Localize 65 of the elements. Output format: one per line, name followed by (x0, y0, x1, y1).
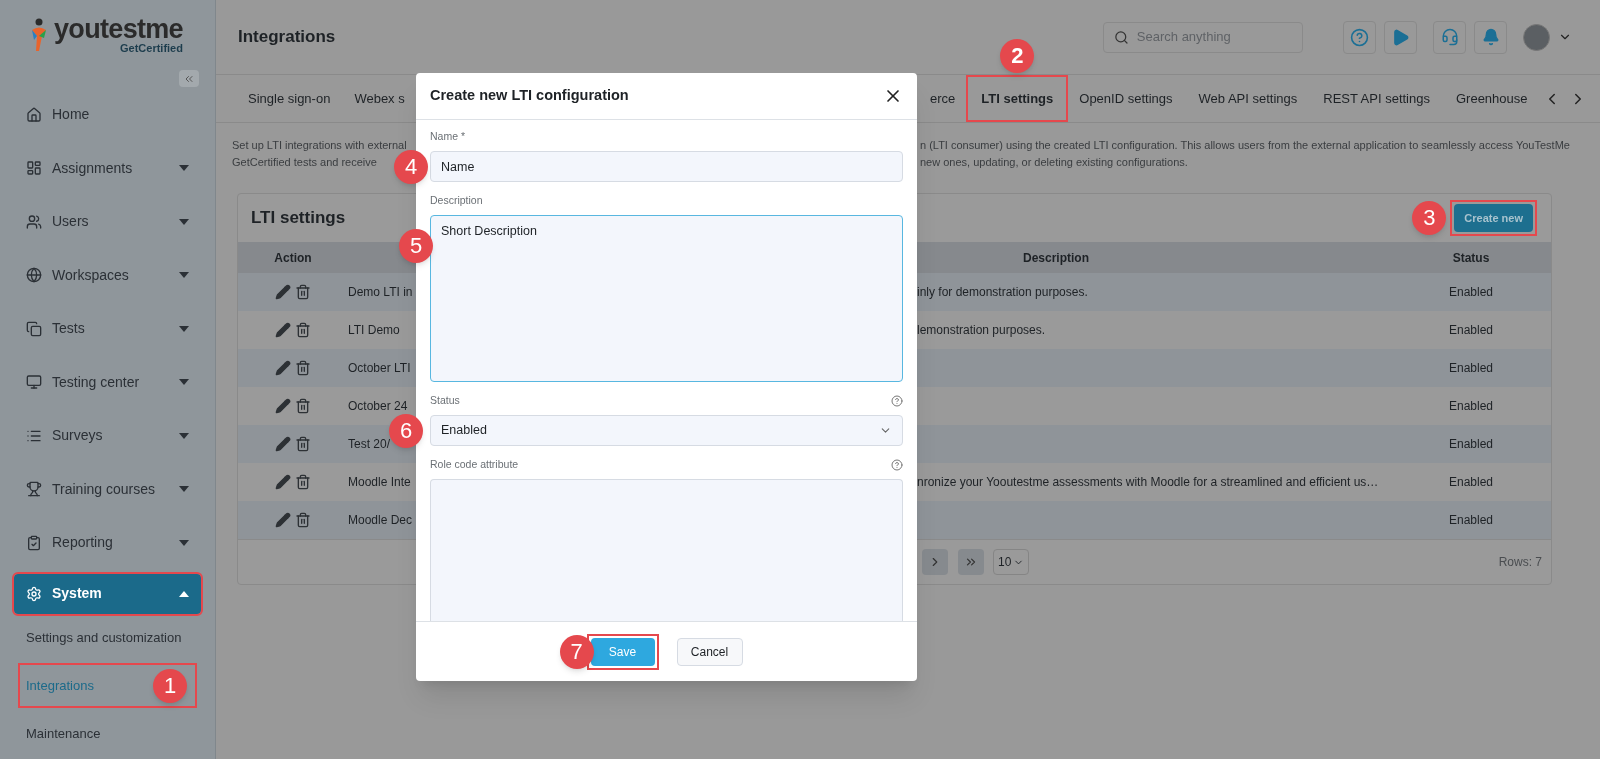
table-cell-text: Enabled (1447, 322, 1494, 339)
table-cell: nronize your Yooutestme assessments with Moodle for a streamlined and efficient us… (917, 475, 1379, 489)
column-header: Action (273, 249, 313, 267)
table-cell-text: Enabled (1447, 360, 1494, 377)
table-cell-text: Enabled (1447, 398, 1494, 415)
step-marker: 1 (153, 668, 187, 703)
tab[interactable]: REST API settings (1310, 77, 1443, 120)
cancel-button[interactable]: Cancel (676, 637, 743, 666)
table-cell-text: LTI Demo (348, 322, 401, 339)
tab[interactable]: OpenID settings (1066, 77, 1186, 120)
sidebar-item[interactable]: Assignments (0, 141, 215, 195)
dialog-title: Create new LTI configuration (430, 86, 630, 106)
column-header: Description (1022, 249, 1090, 267)
name-field[interactable]: Name (430, 151, 903, 182)
sidebar-item[interactable]: Testing center (0, 355, 215, 409)
intro-text: n (LTI consumer) using the created LTI configuration. This allows users from the external application to seamlessly access YouTestMe (920, 138, 1570, 153)
tab[interactable]: Single sign-on (236, 77, 343, 120)
sidebar-item[interactable]: Workspaces (0, 248, 215, 302)
table-cell-text: Moodle Dec (348, 512, 414, 529)
table-cell-text: October 24 (348, 398, 409, 415)
table-cell-text: Enabled (1447, 284, 1494, 301)
logo-tagline: GetCertified (120, 43, 183, 54)
table-cell: lemonstration purposes. (917, 323, 1046, 337)
card-title: LTI settings (251, 207, 346, 230)
search-field[interactable]: Search anything (1103, 21, 1303, 53)
field-label: Description (430, 192, 483, 208)
sidebar-item[interactable]: Home (0, 88, 215, 142)
submenu-item[interactable]: Maintenance (20, 713, 195, 754)
field-label: Status (430, 392, 460, 408)
search-input[interactable]: Search anything (1136, 27, 1292, 47)
step-marker: 2 (1000, 39, 1035, 73)
tab[interactable]: Webex s (342, 77, 417, 120)
table-cell-text: Enabled (1447, 436, 1494, 453)
tab[interactable]: Web API settings (1185, 77, 1311, 120)
sidebar-item[interactable]: Training courses (0, 462, 215, 516)
status-select[interactable]: Enabled (430, 415, 903, 446)
logo-wordmark: youtestme (54, 16, 183, 43)
step-marker: 7 (559, 634, 594, 669)
sidebar-item[interactable]: Surveys (0, 409, 215, 463)
field-label: Name * (430, 128, 465, 144)
intro-text: GetCertified tests and receive (232, 155, 377, 170)
table-cell-text: Demo LTI in (348, 284, 414, 301)
table-cell-text: Enabled (1447, 512, 1494, 529)
page-title: Integrations (238, 26, 337, 49)
tab[interactable]: erce (917, 77, 969, 120)
step-marker: 3 (1412, 201, 1447, 235)
table-cell: inly for demonstration purposes. (917, 285, 1088, 299)
sidebar-item[interactable]: Users (0, 195, 215, 249)
table-cell-text: Test 20/ (348, 436, 392, 453)
column-header: Status (1451, 249, 1491, 267)
sidebar-item[interactable]: System (14, 573, 201, 614)
table-cell-text: Enabled (1447, 474, 1494, 491)
page-size-select[interactable]: 10 (993, 549, 1030, 575)
text-area[interactable]: Short Description (430, 215, 903, 382)
table-cell-text: October LTI (348, 360, 412, 377)
sidebar-item[interactable]: Reporting (0, 516, 215, 570)
rows-count: Rows: 7 (1498, 554, 1542, 571)
table-cell-text: Moodle Inte (348, 474, 412, 491)
create-new-button[interactable]: Create new (1454, 204, 1533, 232)
submenu-item[interactable]: Integrations 1 (20, 665, 195, 706)
tab[interactable]: Greenhouse (1442, 77, 1541, 120)
intro-text: new ones, updating, or deleting existing configurations. (920, 155, 1189, 170)
submenu-item[interactable]: Settings and customization (20, 617, 195, 658)
field-label: Role code attribute (430, 456, 519, 472)
sidebar-item[interactable]: Tests (0, 302, 215, 356)
